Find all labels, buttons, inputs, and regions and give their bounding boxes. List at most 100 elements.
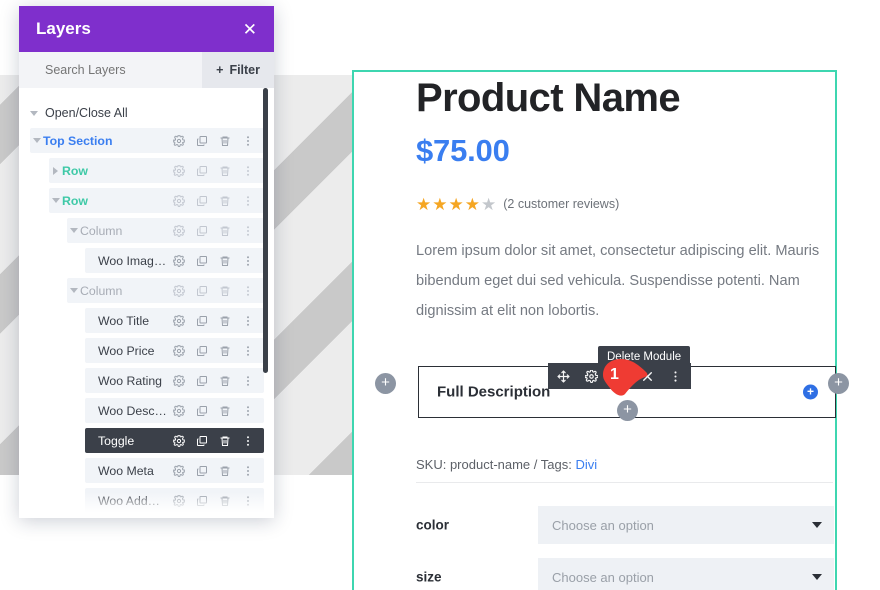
trash-icon[interactable] <box>219 405 231 417</box>
gear-icon[interactable] <box>173 194 185 207</box>
caret-slot[interactable] <box>30 138 43 143</box>
duplicate-icon[interactable] <box>196 345 208 357</box>
sku-text: SKU: product-name / Tags: <box>416 457 576 472</box>
gear-icon[interactable] <box>173 134 185 147</box>
layers-scrollbar[interactable] <box>263 88 268 373</box>
trash-icon[interactable] <box>219 315 231 327</box>
gear-icon[interactable] <box>173 464 185 477</box>
layer-row-woo-price[interactable]: Woo Price <box>85 338 264 363</box>
caret-slot[interactable] <box>49 198 62 203</box>
caret-slot[interactable] <box>49 166 62 175</box>
layer-label: Woo Title <box>98 313 150 328</box>
trash-icon[interactable] <box>219 165 231 177</box>
more-vertical-icon[interactable] <box>242 225 254 237</box>
chevron-down-icon <box>51 198 60 203</box>
gear-icon[interactable] <box>585 369 598 383</box>
layer-row-actions <box>173 464 264 477</box>
layer-row-woo-imag[interactable]: Woo Imag… <box>85 248 264 273</box>
more-vertical-icon[interactable] <box>242 315 254 327</box>
trash-icon[interactable] <box>219 195 231 207</box>
chevron-down-icon <box>69 288 78 293</box>
more-vertical-icon[interactable] <box>242 165 254 177</box>
more-vertical-icon[interactable] <box>242 495 254 507</box>
meta-divider <box>416 482 833 483</box>
layer-row-row[interactable]: Row <box>49 188 264 213</box>
layer-row-woo-rating[interactable]: Woo Rating <box>85 368 264 393</box>
gear-icon[interactable] <box>173 494 185 507</box>
move-icon[interactable] <box>557 369 570 383</box>
layer-row-toggle[interactable]: Toggle <box>85 428 264 453</box>
duplicate-icon[interactable] <box>196 435 208 447</box>
duplicate-icon[interactable] <box>196 405 208 417</box>
open-close-all-label: Open/Close All <box>45 106 128 120</box>
gear-icon[interactable] <box>173 314 185 327</box>
duplicate-icon[interactable] <box>196 375 208 387</box>
size-select[interactable]: Choose an option <box>538 558 834 590</box>
more-vertical-icon[interactable] <box>242 405 254 417</box>
gear-icon[interactable] <box>173 374 185 387</box>
duplicate-icon[interactable] <box>196 165 208 177</box>
more-vertical-icon[interactable] <box>242 135 254 147</box>
customer-reviews-link[interactable]: (2 customer reviews) <box>503 197 619 211</box>
caret-slot[interactable] <box>67 228 80 233</box>
more-vertical-icon[interactable] <box>242 375 254 387</box>
duplicate-icon[interactable] <box>196 465 208 477</box>
layer-row-row[interactable]: Row <box>49 158 264 183</box>
duplicate-icon[interactable] <box>196 315 208 327</box>
gear-icon[interactable] <box>173 164 185 177</box>
color-select[interactable]: Choose an option <box>538 506 834 544</box>
duplicate-icon[interactable] <box>196 135 208 147</box>
more-vertical-icon[interactable] <box>242 195 254 207</box>
gear-icon[interactable] <box>173 344 185 357</box>
layer-row-column[interactable]: Column <box>67 218 264 243</box>
close-icon[interactable]: ✕ <box>243 21 257 38</box>
plus-circle-icon[interactable]: + <box>803 384 818 400</box>
layer-row-actions <box>173 404 264 417</box>
trash-icon[interactable] <box>219 255 231 267</box>
more-vertical-icon[interactable] <box>669 370 682 383</box>
layer-row-top-section[interactable]: Top Section <box>30 128 264 153</box>
more-vertical-icon[interactable] <box>242 345 254 357</box>
trash-icon[interactable] <box>219 375 231 387</box>
layer-label: Woo Add… <box>98 493 160 508</box>
open-close-all-toggle[interactable]: Open/Close All <box>19 98 274 128</box>
layer-label: Woo Desc… <box>98 403 167 418</box>
star-filled-icon: ★ <box>416 194 432 214</box>
gear-icon[interactable] <box>173 404 185 417</box>
trash-icon[interactable] <box>219 345 231 357</box>
more-vertical-icon[interactable] <box>242 285 254 297</box>
layer-row-woo-meta[interactable]: Woo Meta <box>85 458 264 483</box>
product-sku-line: SKU: product-name / Tags: Divi <box>416 457 597 472</box>
trash-icon[interactable] <box>219 495 231 507</box>
layer-label: Woo Imag… <box>98 253 167 268</box>
duplicate-icon[interactable] <box>196 225 208 237</box>
trash-icon[interactable] <box>219 435 231 447</box>
gear-icon[interactable] <box>173 224 185 237</box>
duplicate-icon[interactable] <box>196 495 208 507</box>
duplicate-icon[interactable] <box>196 195 208 207</box>
add-module-left-button[interactable]: + <box>375 373 396 394</box>
layer-row-actions <box>173 134 264 147</box>
product-tag-link[interactable]: Divi <box>575 457 597 472</box>
layer-row-woo-add[interactable]: Woo Add… <box>85 488 264 513</box>
layer-row-woo-title[interactable]: Woo Title <box>85 308 264 333</box>
trash-icon[interactable] <box>219 225 231 237</box>
trash-icon[interactable] <box>219 465 231 477</box>
add-module-bottom-button[interactable]: + <box>617 400 638 421</box>
layer-row-column[interactable]: Column <box>67 278 264 303</box>
duplicate-icon[interactable] <box>196 255 208 267</box>
caret-slot[interactable] <box>67 288 80 293</box>
star-filled-icon: ★ <box>464 194 480 214</box>
more-vertical-icon[interactable] <box>242 435 254 447</box>
gear-icon[interactable] <box>173 434 185 447</box>
trash-icon[interactable] <box>219 285 231 297</box>
duplicate-icon[interactable] <box>196 285 208 297</box>
more-vertical-icon[interactable] <box>242 255 254 267</box>
layer-row-woo-desc[interactable]: Woo Desc… <box>85 398 264 423</box>
add-module-right-button[interactable]: + <box>828 373 849 394</box>
gear-icon[interactable] <box>173 284 185 297</box>
filter-button[interactable]: + Filter <box>202 52 274 88</box>
trash-icon[interactable] <box>219 135 231 147</box>
gear-icon[interactable] <box>173 254 185 267</box>
more-vertical-icon[interactable] <box>242 465 254 477</box>
